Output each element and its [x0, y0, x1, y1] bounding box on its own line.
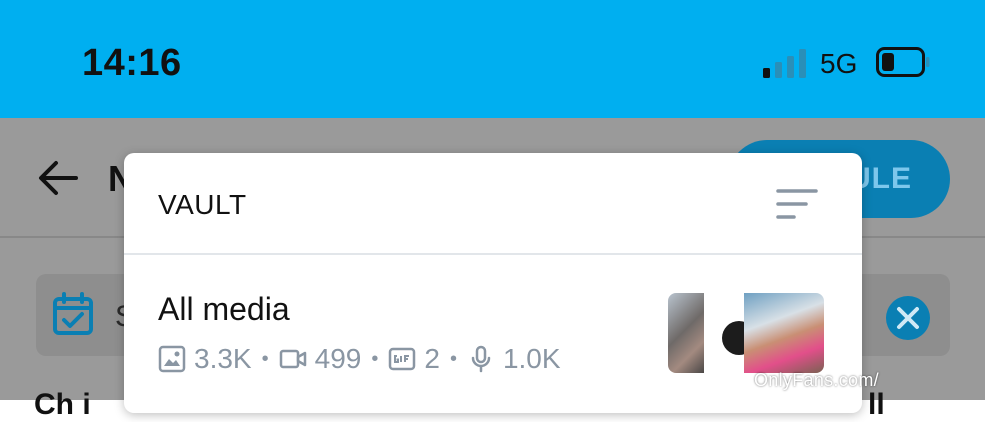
content-text-end: ll	[868, 388, 885, 421]
thumbnail-image	[704, 293, 756, 373]
sort-icon[interactable]	[776, 187, 818, 221]
photo-count: 3.3K	[194, 343, 252, 374]
status-time: 14:16	[82, 42, 182, 84]
calendar-check-icon	[53, 292, 93, 335]
content-text: Ch i	[34, 388, 91, 421]
vault-title: VAULT	[158, 189, 247, 220]
signal-strength-icon	[763, 49, 806, 78]
back-arrow-icon[interactable]	[38, 160, 78, 196]
status-bar: 14:16 5G	[0, 0, 985, 118]
separator-dot: •	[261, 347, 269, 370]
image-icon	[158, 345, 186, 373]
separator-dot: •	[371, 347, 379, 370]
video-count: 499	[314, 343, 362, 374]
audio-count: 1.0K	[502, 343, 561, 374]
vault-divider	[124, 253, 862, 255]
vault-card: VAULT All media 3.3K • 499 • 2 • 1.0K	[124, 153, 862, 413]
close-icon	[897, 307, 919, 329]
microphone-icon	[471, 345, 491, 373]
all-media-label[interactable]: All media	[158, 291, 290, 328]
battery-icon	[876, 47, 930, 77]
watermark: OnlyFans.com/	[754, 370, 879, 390]
media-stats: 3.3K • 499 • 2 • 1.0K	[158, 341, 561, 377]
gif-count: 2	[424, 343, 440, 374]
media-thumbnails[interactable]	[668, 293, 824, 373]
close-scheduled-button[interactable]	[886, 296, 930, 340]
separator-dot: •	[449, 347, 457, 370]
video-icon	[279, 349, 306, 369]
thumbnail-image	[668, 293, 708, 373]
gif-icon	[389, 347, 416, 371]
network-type: 5G	[820, 48, 858, 79]
thumbnail-image	[744, 293, 824, 373]
